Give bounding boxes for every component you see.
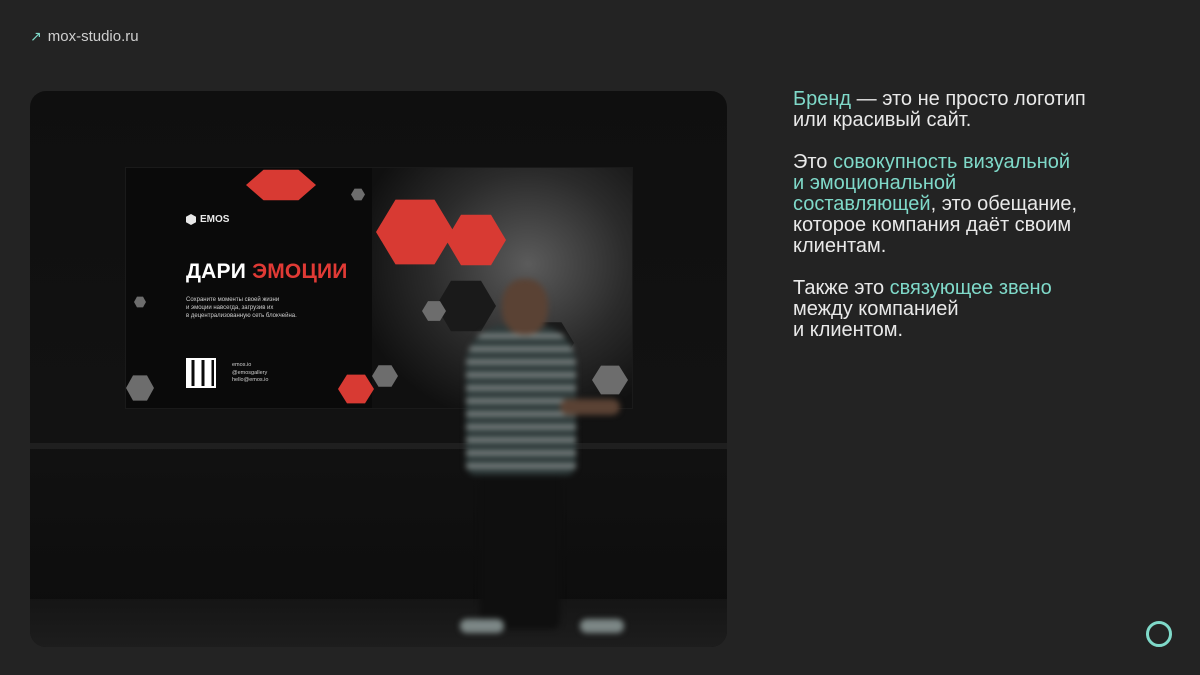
- poster-contact-handle: @emosgallery: [232, 369, 268, 376]
- copy-highlight: Бренд: [793, 88, 852, 110]
- person-shoe: [460, 619, 504, 633]
- poster-hex-shape: [246, 169, 316, 201]
- poster-hex-shape: [134, 296, 146, 308]
- person-arm: [560, 399, 620, 415]
- poster-body-line: и эмоции навсегда, загрузив их: [186, 305, 274, 311]
- copy-paragraph-1: Бренд — это не просто логотип или красив…: [793, 89, 1163, 131]
- poster-headline-part2: ЭМОЦИИ: [252, 260, 348, 283]
- copy-text: или красивый сайт.: [793, 109, 972, 131]
- poster-logo-text: EMOS: [200, 214, 230, 225]
- poster-headline: ДАРИ ЭМОЦИИ: [186, 260, 348, 284]
- circle-icon[interactable]: [1146, 621, 1172, 647]
- poster-body-line: в децентрализованную сеть блокчейна.: [186, 313, 297, 319]
- copy-paragraph-3: Также это связующее звено между компание…: [793, 278, 1163, 341]
- person-shoe: [580, 619, 624, 633]
- site-link-label: mox-studio.ru: [47, 28, 139, 45]
- poster-hex-shape: [126, 375, 154, 401]
- poster-contact-site: emos.io: [232, 362, 252, 368]
- person-legs: [480, 469, 560, 629]
- poster-body-line: Сохраните моменты своей жизни: [186, 297, 280, 303]
- poster-body-text: Сохраните моменты своей жизни и эмоции н…: [186, 296, 356, 320]
- copy-text: клиентам.: [793, 235, 887, 257]
- poster-headline-part1: ДАРИ: [186, 260, 247, 283]
- copy-highlight: связующее звено: [889, 277, 1052, 299]
- copy-text: Это: [793, 151, 833, 173]
- copy-highlight: и эмоциональной: [793, 172, 957, 194]
- qr-code: [186, 358, 216, 388]
- copy-text: Также это: [793, 277, 890, 299]
- walking-person: [460, 279, 624, 647]
- street-photo: EMOS ДАРИ ЭМОЦИИ Сохраните моменты своей…: [30, 91, 727, 647]
- poster-contact-email: hello@emos.io: [232, 377, 269, 383]
- emos-logo-icon: [186, 214, 196, 225]
- copy-text: и клиентом.: [793, 319, 904, 341]
- copy-highlight: составляющей: [793, 193, 931, 215]
- arrow-up-right-icon: ↗: [30, 28, 42, 44]
- poster-contacts: emos.io @emosgallery hello@emos.io: [232, 362, 268, 385]
- copy-text: , это обещание,: [930, 193, 1078, 215]
- wall-stripe: [30, 443, 727, 449]
- poster-hex-shape: [351, 188, 365, 201]
- brand-copy: Бренд — это не просто логотип или красив…: [793, 89, 1163, 362]
- copy-text: между компанией: [793, 298, 959, 320]
- copy-highlight: совокупность визуальной: [833, 151, 1071, 173]
- person-torso: [466, 325, 576, 475]
- copy-text: которое компания даёт своим: [793, 214, 1072, 236]
- copy-text: — это не просто логотип: [851, 88, 1086, 110]
- copy-paragraph-2: Это совокупность визуальной и эмоциональ…: [793, 152, 1163, 257]
- poster-logo: EMOS: [186, 214, 229, 225]
- person-head: [502, 279, 548, 335]
- poster-hex-shape: [338, 374, 374, 404]
- site-link[interactable]: ↗ mox-studio.ru: [30, 28, 139, 45]
